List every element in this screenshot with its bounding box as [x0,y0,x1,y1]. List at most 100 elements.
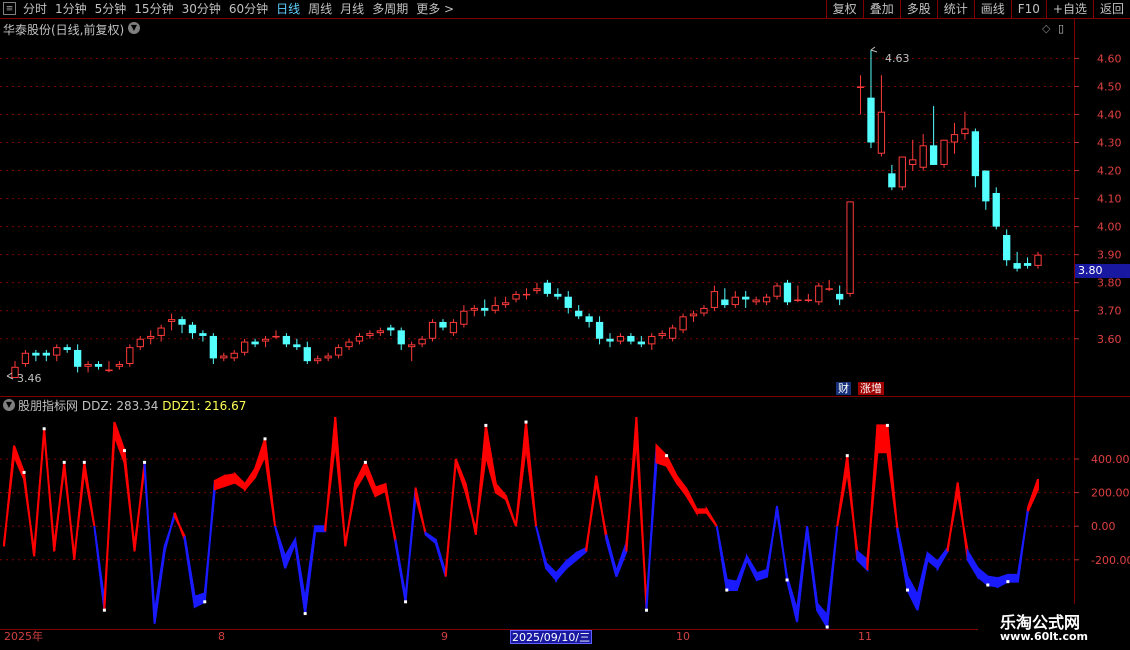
ind-band [414,487,427,535]
overlay-button[interactable]: 叠加 [862,0,900,18]
ind-band [123,450,136,552]
candle-body [282,335,291,345]
ind-band [906,576,919,611]
candle-body [178,319,186,325]
ind-band [1006,573,1019,583]
ind-y-tick-label: 200.00 [1091,487,1130,500]
candle-body [32,352,40,356]
candle-body [742,296,750,300]
ind-band [635,416,648,611]
ind-band [3,445,16,547]
ind-band [796,526,809,623]
tab-intraday[interactable]: 分时 [19,1,51,18]
y-tick-label: 3.60 [1097,333,1122,346]
candle-body [21,352,30,364]
ind-marker [644,608,648,612]
candle-body [856,86,865,88]
ind-band [434,539,447,577]
ind-band [976,566,989,588]
candle-body [929,145,938,165]
ind-band [605,534,618,577]
ind-band [133,462,146,552]
tab-5min[interactable]: 5分钟 [91,1,131,18]
ind-marker [885,423,889,427]
multi-stock-button[interactable]: 多股 [899,0,937,18]
ind-band [334,416,347,547]
candle-body [115,363,124,367]
list-icon[interactable]: ≡ [3,2,16,15]
ind-marker [122,449,126,453]
ind-marker [665,454,669,458]
candle-body [961,128,969,135]
candle-body [84,363,92,367]
ind-band [53,462,66,552]
candle-body [773,285,781,297]
ind-marker [203,600,207,604]
ind-band [314,525,327,533]
ind-marker [303,612,307,616]
statistics-button[interactable]: 统计 [936,0,974,18]
candle-body [366,333,374,336]
ind-band [474,425,487,535]
tab-30min[interactable]: 30分钟 [178,1,225,18]
ind-marker [905,588,909,592]
increase-tag[interactable]: 涨增 [858,382,884,395]
candle-body [1003,235,1011,261]
tab-15min[interactable]: 15分钟 [130,1,177,18]
ind-band [755,568,768,582]
ind-band [354,461,367,493]
ind-band [876,424,889,454]
ind-band [926,550,939,571]
adjust-button[interactable]: 复权 [825,0,863,18]
ind-marker [143,460,147,464]
candle-body [971,131,980,177]
candle-body [606,338,614,342]
candlestick-chart[interactable]: 4.60 4.50 4.40 4.30 4.20 4.10 4.00 3.90 3.80 3.70… [0,19,1130,396]
ind-band [836,455,849,527]
ind-band [324,416,337,532]
ind-band [73,462,86,560]
candle-body [585,316,593,322]
ind-band [936,545,949,572]
add-watchlist-button[interactable]: +自选 [1045,0,1093,18]
candle-body [679,316,687,331]
finance-tag[interactable]: 财 [836,382,851,395]
indicator-chart[interactable]: 400.00 200.00 0.00 -200.00 [0,397,1130,629]
ind-band [535,525,548,569]
tab-1min[interactable]: 1分钟 [51,1,91,18]
candle-body [909,159,917,165]
candle-body [846,201,854,294]
y-tick-label: 4.30 [1097,137,1122,150]
ind-band [223,472,236,488]
tab-more[interactable]: 更多 > [412,1,458,18]
tab-60min[interactable]: 60分钟 [225,1,272,18]
f10-button[interactable]: F10 [1010,0,1046,18]
candle-body [575,310,583,317]
ind-band [243,465,256,492]
date-cursor-label: 2025/09/10/三 [510,630,593,644]
ind-band [103,421,116,611]
ind-band [294,539,307,614]
candle-body [898,156,906,188]
tab-daily[interactable]: 日线 [272,1,304,18]
candle-body [752,299,760,303]
ind-band [866,425,879,570]
tab-monthly[interactable]: 月线 [336,1,368,18]
candle-body [1013,263,1021,269]
ind-marker [1006,580,1010,584]
ind-band [655,443,668,468]
tab-multi-period[interactable]: 多周期 [368,1,412,18]
candle-body [543,282,552,294]
ind-band [1026,478,1039,512]
ind-band [344,482,357,547]
ind-marker [785,578,789,582]
ind-band [484,425,497,493]
draw-line-button[interactable]: 画线 [973,0,1011,18]
y-tick-label: 4.20 [1097,165,1122,178]
ind-band [715,526,728,591]
candle-body [251,341,259,345]
ind-band [996,573,1009,589]
candle-body [501,302,510,306]
back-button[interactable]: 返回 [1092,0,1130,18]
tab-weekly[interactable]: 周线 [304,1,336,18]
